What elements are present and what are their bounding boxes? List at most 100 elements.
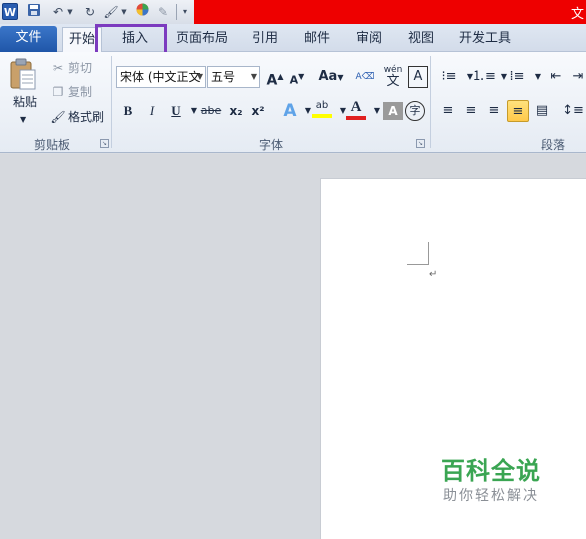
font-size-combo[interactable]: 五号 ▼ — [207, 66, 260, 88]
font-group-label: 字体 — [258, 138, 283, 152]
tab-developer[interactable]: 开发工具 — [454, 27, 516, 52]
redo-icon[interactable]: ↻ — [82, 3, 98, 21]
tab-references[interactable]: 引用 — [245, 27, 285, 52]
multilevel-list-icon: ⁞≡ — [509, 69, 525, 84]
qat-separator — [176, 4, 177, 20]
copy-icon: ❐ — [52, 85, 64, 99]
char-border-button[interactable]: A — [408, 66, 428, 88]
font-name-combo[interactable]: 宋体 (中文正文 ▼ — [116, 66, 206, 88]
align-left-button[interactable]: ≡ — [438, 100, 458, 122]
tab-view[interactable]: 视图 — [400, 27, 442, 52]
format-brush-icon[interactable]: 🖌 — [102, 3, 120, 21]
highlight-icon: ab — [315, 100, 329, 111]
decrease-indent-icon: ⇤ — [550, 69, 562, 84]
distributed-button[interactable]: ▤ — [532, 100, 552, 122]
brush-icon: 🖌 — [50, 110, 66, 124]
brush-dropdown-icon[interactable]: ▼ — [120, 3, 128, 21]
highlight-button[interactable]: ab — [312, 98, 332, 120]
clear-format-button[interactable]: A⌫ — [355, 66, 375, 88]
paste-icon[interactable] — [8, 58, 40, 92]
ribbon-home: 粘贴 ▼ ✂ 剪切 ❐ 复制 🖌 格式刷 剪贴板 ↘ 宋体 (中文正文 ▼ 五号 ▼ A▲… — [0, 52, 586, 153]
margin-corner-mark — [428, 242, 429, 265]
scissors-icon: ✂ — [52, 61, 64, 75]
underline-button[interactable]: U — [166, 100, 186, 122]
pinyin-char-icon: 文 — [386, 74, 400, 89]
font-launcher-icon[interactable]: ↘ — [416, 139, 425, 148]
pencil-disabled-icon[interactable]: ✎ — [155, 3, 171, 21]
font-size-value: 五号 — [211, 70, 236, 84]
distributed-icon: ▤ — [535, 103, 549, 118]
superscript-button[interactable]: x² — [248, 100, 268, 122]
numbering-button[interactable]: ⒈≡ — [472, 66, 496, 88]
align-center-button[interactable]: ≡ — [461, 100, 481, 122]
bold-button[interactable]: B — [118, 100, 138, 122]
font-color-button[interactable]: A — [346, 98, 366, 120]
group-divider — [111, 56, 112, 148]
tab-page-layout[interactable]: 页面布局 — [172, 27, 232, 52]
tab-file[interactable]: 文件 — [0, 26, 57, 52]
change-case-button[interactable]: Aa▼ — [317, 66, 345, 88]
increase-indent-button[interactable]: ⇥ — [568, 66, 586, 88]
chevron-down-icon: ▼ — [250, 72, 257, 81]
undo-icon[interactable]: ↶ — [50, 3, 66, 21]
increase-indent-icon: ⇥ — [572, 69, 584, 84]
chevron-down-icon: ▼ — [196, 72, 203, 81]
paragraph-mark-icon: ↵ — [429, 269, 438, 280]
enclose-char-button[interactable]: 字 — [405, 101, 425, 121]
numbered-list-icon: ⒈≡ — [472, 69, 496, 84]
margin-corner-mark — [407, 264, 429, 265]
quick-access-toolbar: W ↶ ▼ ↻ 🖌 ▼ ✎ ▾ 文 — [0, 0, 586, 24]
strikethrough-button[interactable]: abe — [198, 100, 224, 122]
word-app-icon[interactable]: W — [2, 3, 18, 20]
line-spacing-icon: ↕≡ — [562, 103, 584, 118]
grow-font-button[interactable]: A▲ — [265, 66, 285, 89]
group-divider — [430, 56, 431, 148]
line-spacing-button[interactable]: ↕≡ — [562, 100, 584, 122]
subscript-button[interactable]: x₂ — [226, 100, 246, 122]
clipboard-launcher-icon[interactable]: ↘ — [100, 139, 109, 148]
char-shading-button[interactable]: A — [383, 102, 403, 120]
clear-format-icon: A⌫ — [355, 72, 375, 82]
ribbon-tabs: 文件 开始 插入 页面布局 引用 邮件 审阅 视图 开发工具 — [0, 24, 586, 52]
align-center-icon: ≡ — [465, 103, 477, 118]
pinyin-guide-button[interactable]: wén 文 — [380, 64, 406, 89]
customize-qat-icon[interactable]: ▾ — [180, 3, 190, 21]
bullet-list-icon: ⁝≡ — [441, 69, 457, 84]
window-title: 文 — [570, 7, 584, 22]
decrease-indent-button[interactable]: ⇤ — [546, 66, 566, 88]
bullets-button[interactable]: ⁝≡ — [438, 66, 460, 88]
format-painter-label: 格式刷 — [68, 110, 105, 124]
multilevel-dropdown-icon[interactable]: ▼ — [528, 66, 548, 88]
grow-font-icon: A — [266, 72, 278, 89]
paste-dropdown-icon[interactable]: ▼ — [20, 110, 30, 130]
copy-button[interactable]: ❐ 复制 — [50, 82, 92, 102]
tab-review[interactable]: 审阅 — [348, 27, 390, 52]
paste-button[interactable]: 粘贴 — [10, 92, 40, 112]
paragraph-group-label: 段落 — [540, 138, 565, 152]
watermark-title: 百科全说 — [441, 457, 541, 485]
shrink-font-icon: A — [289, 73, 299, 87]
tab-mailings[interactable]: 邮件 — [296, 27, 338, 52]
copy-label: 复制 — [68, 85, 93, 99]
italic-button[interactable]: I — [142, 100, 162, 122]
color-wheel-icon[interactable] — [134, 3, 150, 21]
font-name-value: 宋体 (中文正文 — [120, 70, 201, 84]
align-left-icon: ≡ — [442, 103, 454, 118]
multilevel-list-button[interactable]: ⁞≡ — [506, 66, 528, 88]
watermark-subtitle: 助你轻松解决 — [443, 488, 539, 504]
clipboard-group-label: 剪贴板 — [33, 138, 70, 152]
cut-button[interactable]: ✂ 剪切 — [50, 58, 92, 78]
format-painter-button[interactable]: 🖌 格式刷 — [50, 107, 104, 127]
shrink-font-button[interactable]: A▼ — [287, 66, 307, 88]
font-color-icon: A — [350, 99, 362, 115]
save-icon[interactable] — [26, 3, 42, 21]
text-effect-button[interactable]: A — [280, 100, 300, 122]
align-right-button[interactable]: ≡ — [484, 100, 504, 122]
undo-dropdown-icon[interactable]: ▼ — [66, 3, 74, 21]
site-watermark: 百科全说 助你轻松解决 — [431, 456, 551, 506]
cut-label: 剪切 — [68, 61, 93, 75]
char-border-icon: A — [413, 69, 423, 84]
change-case-icon: Aa — [318, 69, 338, 84]
justify-button[interactable]: ≡ — [507, 100, 529, 122]
justify-icon: ≡ — [512, 104, 524, 119]
